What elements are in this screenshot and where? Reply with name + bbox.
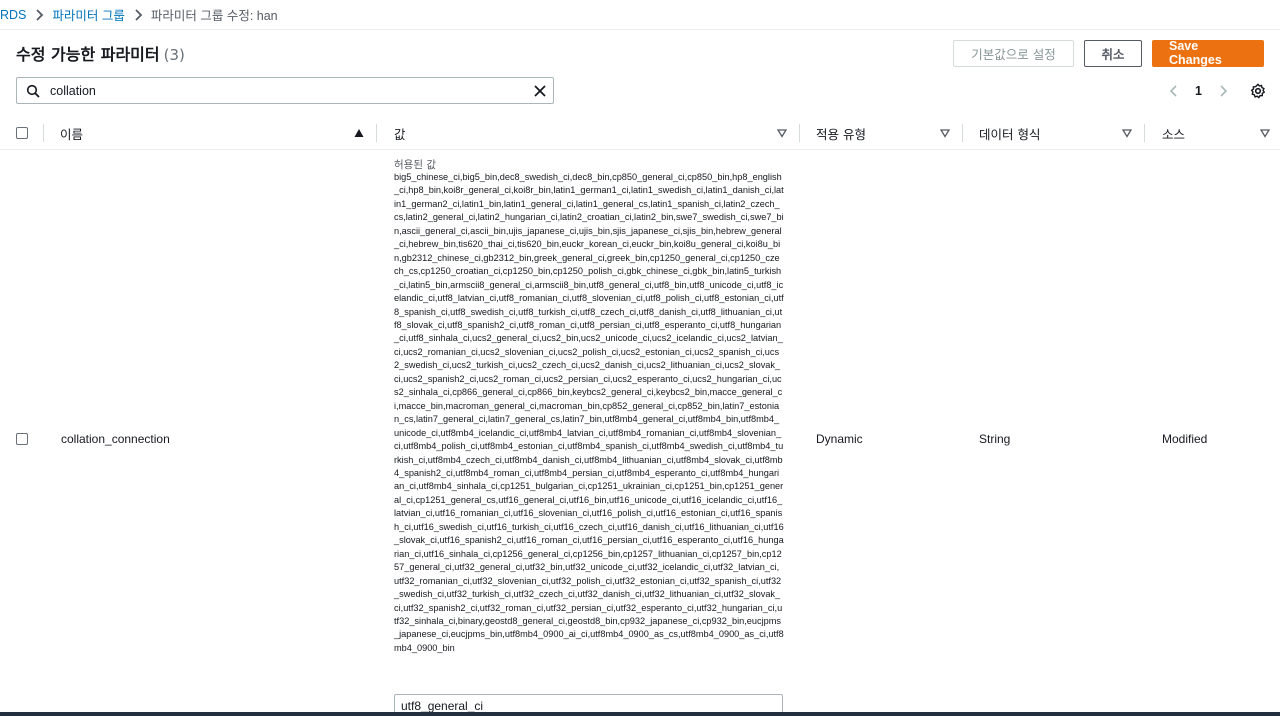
search-box: [16, 77, 554, 104]
column-divider: [799, 124, 800, 142]
current-page-number[interactable]: 1: [1195, 84, 1202, 98]
select-all-cell: [16, 116, 28, 150]
select-all-checkbox[interactable]: [16, 127, 28, 139]
reset-to-default-button[interactable]: 기본값으로 설정: [953, 39, 1074, 67]
column-divider: [376, 124, 377, 142]
table-header: 이름 값 적용 유형 데이터 형식 소스: [0, 116, 1280, 150]
column-header-apply-type[interactable]: 적용 유형: [799, 116, 962, 150]
pagination: 1: [1167, 80, 1266, 102]
row-select-checkbox[interactable]: [16, 433, 28, 445]
apply-type-value: Dynamic: [816, 432, 863, 446]
allowed-values-label: 허용된 값: [394, 159, 436, 171]
header-actions: 기본값으로 설정 취소 Save Changes: [953, 39, 1264, 67]
column-divider: [962, 124, 963, 142]
sort-icon[interactable]: [1122, 128, 1132, 138]
data-type-value: String: [979, 432, 1011, 446]
search-icon: [26, 84, 40, 98]
breadcrumb: RDS 파라미터 그룹 파라미터 그룹 수정: han: [0, 0, 1280, 30]
clear-search-icon[interactable]: [533, 84, 547, 98]
cancel-button[interactable]: 취소: [1084, 39, 1142, 67]
column-header-label: 소스: [1162, 126, 1186, 142]
search-input[interactable]: [40, 78, 533, 103]
sort-icon[interactable]: [940, 128, 950, 138]
chevron-right-icon: [131, 8, 145, 22]
previous-page-icon[interactable]: [1167, 84, 1181, 98]
page-title: 수정 가능한 파라미터 (3): [16, 41, 185, 65]
column-header-label: 적용 유형: [816, 126, 866, 142]
column-header-label: 이름: [60, 126, 84, 142]
column-header-data-type[interactable]: 데이터 형식: [962, 116, 1144, 150]
chevron-right-icon: [32, 8, 46, 22]
allowed-values-list: big5_chinese_ci,big5_bin,dec8_swedish_ci…: [394, 172, 784, 653]
footer-bar: [0, 712, 1280, 716]
column-divider: [43, 124, 44, 142]
parameter-count: (3): [163, 46, 185, 64]
page-title-text: 수정 가능한 파라미터: [16, 45, 160, 64]
breadcrumb-current: 파라미터 그룹 수정: han: [150, 9, 278, 23]
parameter-name: collation_connection: [61, 432, 170, 446]
sort-ascending-icon[interactable]: [354, 128, 364, 138]
sort-icon[interactable]: [1260, 128, 1270, 138]
column-header-name[interactable]: 이름: [43, 116, 376, 150]
column-header-label: 데이터 형식: [979, 126, 1041, 142]
gear-icon[interactable]: [1250, 83, 1266, 99]
save-changes-button[interactable]: Save Changes: [1152, 39, 1264, 67]
next-page-icon[interactable]: [1216, 84, 1230, 98]
column-divider: [1144, 124, 1145, 142]
column-header-source[interactable]: 소스: [1144, 116, 1280, 150]
breadcrumb-parameter-groups-link[interactable]: 파라미터 그룹: [52, 5, 124, 24]
page-header: 수정 가능한 파라미터 (3) 기본값으로 설정 취소 Save Changes: [16, 38, 1264, 68]
source-value: Modified: [1162, 432, 1208, 446]
breadcrumb-rds-link[interactable]: RDS: [0, 8, 26, 22]
column-header-value[interactable]: 값: [376, 116, 799, 150]
sort-icon[interactable]: [777, 128, 787, 138]
column-header-label: 값: [394, 126, 406, 142]
